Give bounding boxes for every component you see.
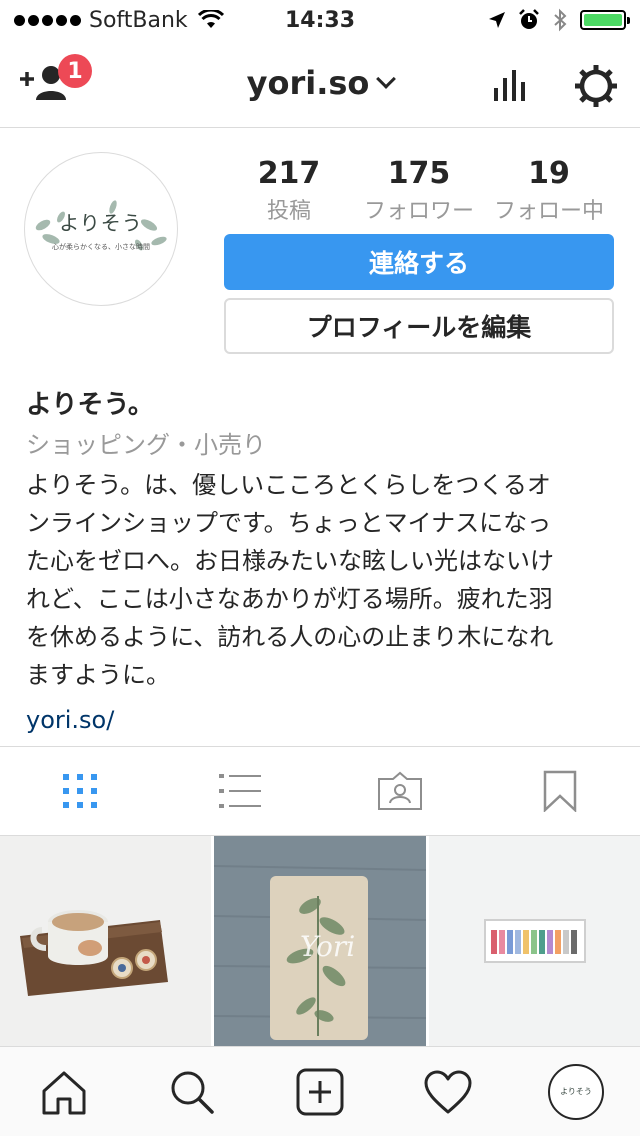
avatar-mini-logo: よりそう <box>560 1087 592 1096</box>
username-title: yori.so <box>246 64 370 102</box>
profile-bio: よりそう。 ショッピング・小売り よりそう。は、優しいこころとくらしをつくるオ … <box>26 388 616 738</box>
bio-line: ますように。 <box>26 661 170 689</box>
insights-icon <box>494 70 525 101</box>
stat-label: 投稿 <box>266 199 311 224</box>
profile-category: ショッピング・小売り <box>26 431 266 459</box>
status-bar: SoftBank 14:33 <box>0 0 640 40</box>
profile-display-name: よりそう。 <box>26 390 154 420</box>
post-thumbnail[interactable]: Yori <box>214 836 426 1046</box>
wifi-icon <box>197 10 224 28</box>
bluetooth-icon <box>554 8 567 32</box>
stat-label: フォロー中 <box>493 199 604 224</box>
tab-profile[interactable]: よりそう <box>536 1052 616 1132</box>
bio-line: よりそう。は、優しいこころとくらしをつくるオ <box>26 471 551 499</box>
settings-button[interactable] <box>574 64 618 112</box>
tab-tagged[interactable] <box>320 747 480 835</box>
bio-line: れど、ここは小さなあかりが灯る場所。疲れた羽 <box>26 585 553 613</box>
tab-list[interactable] <box>160 747 320 835</box>
alarm-icon <box>519 9 539 29</box>
edit-profile-button[interactable]: プロフィールを編集 <box>224 298 614 354</box>
tab-grid[interactable] <box>0 747 160 835</box>
home-icon <box>42 1071 86 1114</box>
stat-followers[interactable]: 175 フォロワー <box>354 156 484 225</box>
chevron-down-icon <box>376 69 397 89</box>
coffee-cup-photo <box>20 910 168 996</box>
tab-activity[interactable] <box>408 1052 488 1132</box>
gear-icon <box>575 65 617 107</box>
stat-value: 175 <box>387 156 451 191</box>
bio-description: よりそう。は、優しいこころとくらしをつくるオ ンラインショップです。ちょっとマイ… <box>26 466 616 694</box>
card-photo: Yori <box>214 865 426 1040</box>
tagged-icon <box>378 771 422 810</box>
tab-new-post[interactable] <box>280 1052 360 1132</box>
carrier-name: SoftBank <box>89 7 188 33</box>
post-thumbnail[interactable] <box>0 836 212 1046</box>
stat-value: 19 <box>528 156 570 191</box>
profile-avatar: よりそう <box>548 1063 604 1120</box>
bio-line: た心をゼロへ。お日様みたいな眩しい光はないけ <box>26 547 554 575</box>
bottom-tab-bar: よりそう <box>0 1046 640 1136</box>
stat-value: 217 <box>257 156 321 191</box>
contact-button[interactable]: 連絡する <box>224 234 614 290</box>
stat-following[interactable]: 19 フォロー中 <box>484 156 614 225</box>
tab-saved[interactable] <box>480 747 640 835</box>
post-thumbnail[interactable] <box>428 836 640 1046</box>
stat-posts[interactable]: 217 投稿 <box>224 156 354 225</box>
bookmark-icon <box>543 770 577 812</box>
tab-home[interactable] <box>24 1052 104 1132</box>
tab-search[interactable] <box>152 1052 232 1132</box>
list-icon <box>219 774 261 808</box>
avatar-tagline: 心が柔らかくなる、小さな時間 <box>52 242 150 251</box>
bio-line: を休めるように、訪れる人の心の止まり木になれ <box>26 623 554 651</box>
profile-tabs <box>0 746 640 836</box>
account-switcher[interactable]: yori.so <box>0 64 640 102</box>
profile-stats: 217 投稿 175 フォロワー 19 フォロー中 <box>224 156 614 225</box>
insights-button[interactable] <box>492 64 528 106</box>
website-link[interactable]: yori.so/ <box>26 702 616 738</box>
location-arrow-icon <box>489 12 505 28</box>
profile-avatar-large[interactable]: よりそう 心が柔らかくなる、小さな時間 <box>24 152 178 306</box>
crayons-photo <box>483 919 586 963</box>
photo-grid: Yori <box>0 836 640 1046</box>
stat-label: フォロワー <box>363 199 474 224</box>
new-post-icon <box>296 1068 344 1115</box>
battery-icon <box>580 10 630 30</box>
svg-text:Yori: Yori <box>300 930 355 963</box>
bio-line: ンラインショップです。ちょっとマイナスになっ <box>26 509 552 537</box>
top-nav-bar: 1 yori.so <box>0 40 640 128</box>
grid-icon <box>63 774 97 808</box>
avatar-logo-text: よりそう <box>59 210 143 235</box>
signal-strength-icon <box>14 14 81 26</box>
heart-icon <box>424 1070 472 1113</box>
search-icon <box>171 1071 214 1114</box>
